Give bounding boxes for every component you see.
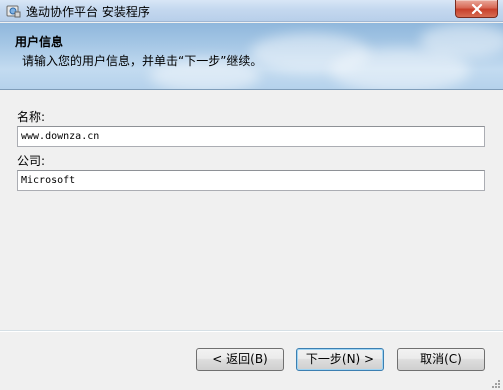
resize-grip-icon[interactable]	[491, 378, 501, 388]
company-field[interactable]	[17, 170, 485, 191]
close-button[interactable]	[455, 0, 498, 18]
header-banner: 用户信息 请输入您的用户信息，并单击“下一步”继续。	[0, 23, 503, 90]
page-title: 用户信息	[15, 35, 64, 49]
back-button[interactable]: < 返回(B)	[196, 348, 284, 371]
title-bar[interactable]: 逸动协作平台 安装程序	[0, 0, 503, 22]
name-field[interactable]	[17, 126, 485, 147]
company-label: 公司:	[17, 154, 46, 168]
name-label: 名称:	[17, 110, 46, 124]
window-title: 逸动协作平台 安装程序	[26, 5, 150, 19]
installer-app-icon[interactable]	[5, 3, 21, 19]
page-subtitle: 请输入您的用户信息，并单击“下一步”继续。	[22, 54, 263, 68]
footer-separator	[0, 330, 503, 332]
form-area: 名称: 公司:	[0, 91, 503, 330]
next-button[interactable]: 下一步(N) >	[296, 348, 384, 371]
close-icon	[471, 4, 483, 14]
cancel-button[interactable]: 取消(C)	[397, 348, 485, 371]
